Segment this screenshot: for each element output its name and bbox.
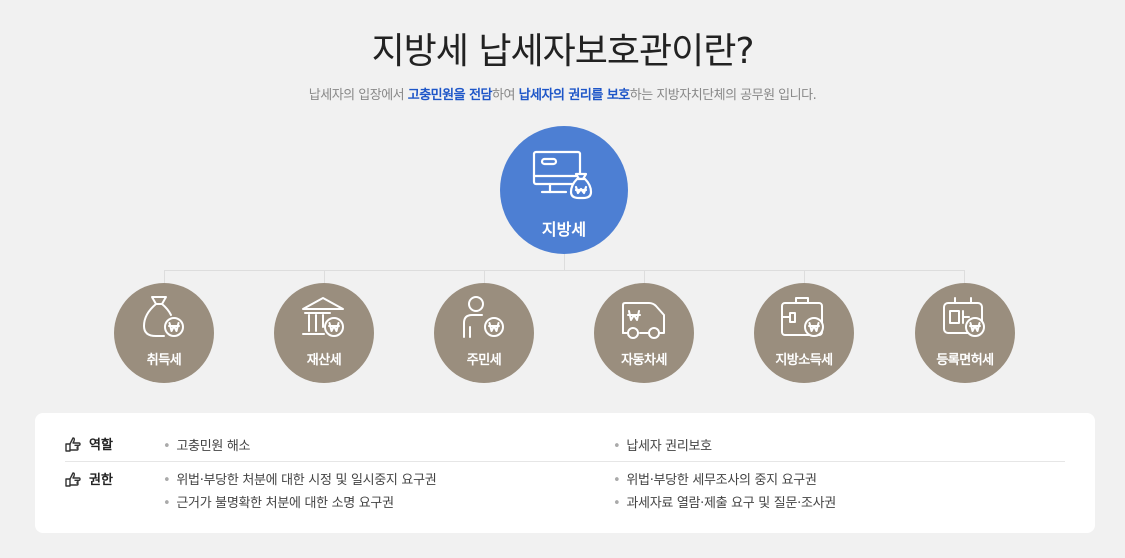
local-tax-label: 지방세 <box>541 220 587 239</box>
authority-heading-label: 권한 <box>89 473 113 488</box>
pointing-hand-icon <box>65 471 81 491</box>
authority-item: • 위법·부당한 처분에 대한 시정 및 일시중지 요구권 <box>163 473 437 488</box>
acquisition-tax-label: 취득세 <box>146 353 182 368</box>
tree-branch-line <box>324 270 325 283</box>
acquisition-tax-node[interactable]: 취득세 <box>114 283 214 383</box>
subtitle-text-1: 납세자의 입장에서 <box>308 88 408 103</box>
property-tax-node[interactable]: 재산세 <box>274 283 374 383</box>
local-income-tax-label: 지방소득세 <box>775 353 833 368</box>
tree-branch-line <box>644 270 645 283</box>
authority-item-text: 근거가 불명확한 처분에 대한 소명 요구권 <box>176 496 394 511</box>
role-item: • 고충민원 해소 <box>163 439 251 454</box>
tree-branch-line <box>484 270 485 283</box>
role-item-text: 고충민원 해소 <box>176 439 251 454</box>
tree-trunk-line <box>564 254 565 270</box>
subtitle-highlight-2: 납세자의 권리를 보호 <box>518 88 631 103</box>
authority-item: • 위법·부당한 세무조사의 중지 요구권 <box>613 473 817 488</box>
page-title: 지방세 납세자보호관이란? <box>371 31 755 72</box>
authority-heading: 권한 <box>65 469 113 491</box>
resident-tax-node[interactable]: 주민세 <box>434 283 534 383</box>
property-tax-label: 재산세 <box>306 353 342 368</box>
role-item: • 납세자 권리보호 <box>613 439 712 454</box>
resident-tax-label: 주민세 <box>466 353 502 368</box>
panel-divider <box>65 461 1065 462</box>
vehicle-tax-label: 자동차세 <box>621 353 667 368</box>
pointing-hand-icon <box>65 436 81 456</box>
authority-item-text: 위법·부당한 처분에 대한 시정 및 일시중지 요구권 <box>176 473 437 488</box>
subtitle-text-3: 하는 지방자치단체의 공무원 입니다. <box>629 88 817 103</box>
local-tax-node[interactable]: 지방세 <box>500 126 628 254</box>
registration-license-tax-node[interactable]: 등록면허세 <box>915 283 1015 383</box>
registration-license-tax-label: 등록면허세 <box>936 353 994 368</box>
role-heading: 역할 <box>65 434 113 456</box>
subtitle-text-2: 하여 <box>492 88 519 103</box>
role-heading-label: 역할 <box>89 438 113 453</box>
authority-item-text: 과세자료 열람·제출 요구 및 질문·조사권 <box>626 496 836 511</box>
vehicle-tax-node[interactable]: 자동차세 <box>594 283 694 383</box>
authority-item: • 과세자료 열람·제출 요구 및 질문·조사권 <box>613 496 836 511</box>
role-item-text: 납세자 권리보호 <box>626 439 712 454</box>
authority-item: • 근거가 불명확한 처분에 대한 소명 요구권 <box>163 496 394 511</box>
tree-branch-line <box>964 270 965 283</box>
tree-branch-line <box>164 270 165 283</box>
tree-horizontal-line <box>164 270 965 271</box>
subtitle-highlight-1: 고충민원을 전담 <box>407 88 493 103</box>
authority-item-text: 위법·부당한 세무조사의 중지 요구권 <box>626 473 817 488</box>
page-subtitle: 납세자의 입장에서 고충민원을 전담하여 납세자의 권리를 보호하는 지방자치단… <box>0 84 1125 103</box>
info-panel: 역할 • 고충민원 해소 • 납세자 권리보호 권한 • 위법·부당한 처분에 대한 … <box>35 413 1095 533</box>
local-income-tax-node[interactable]: 지방소득세 <box>754 283 854 383</box>
tree-branch-line <box>804 270 805 283</box>
